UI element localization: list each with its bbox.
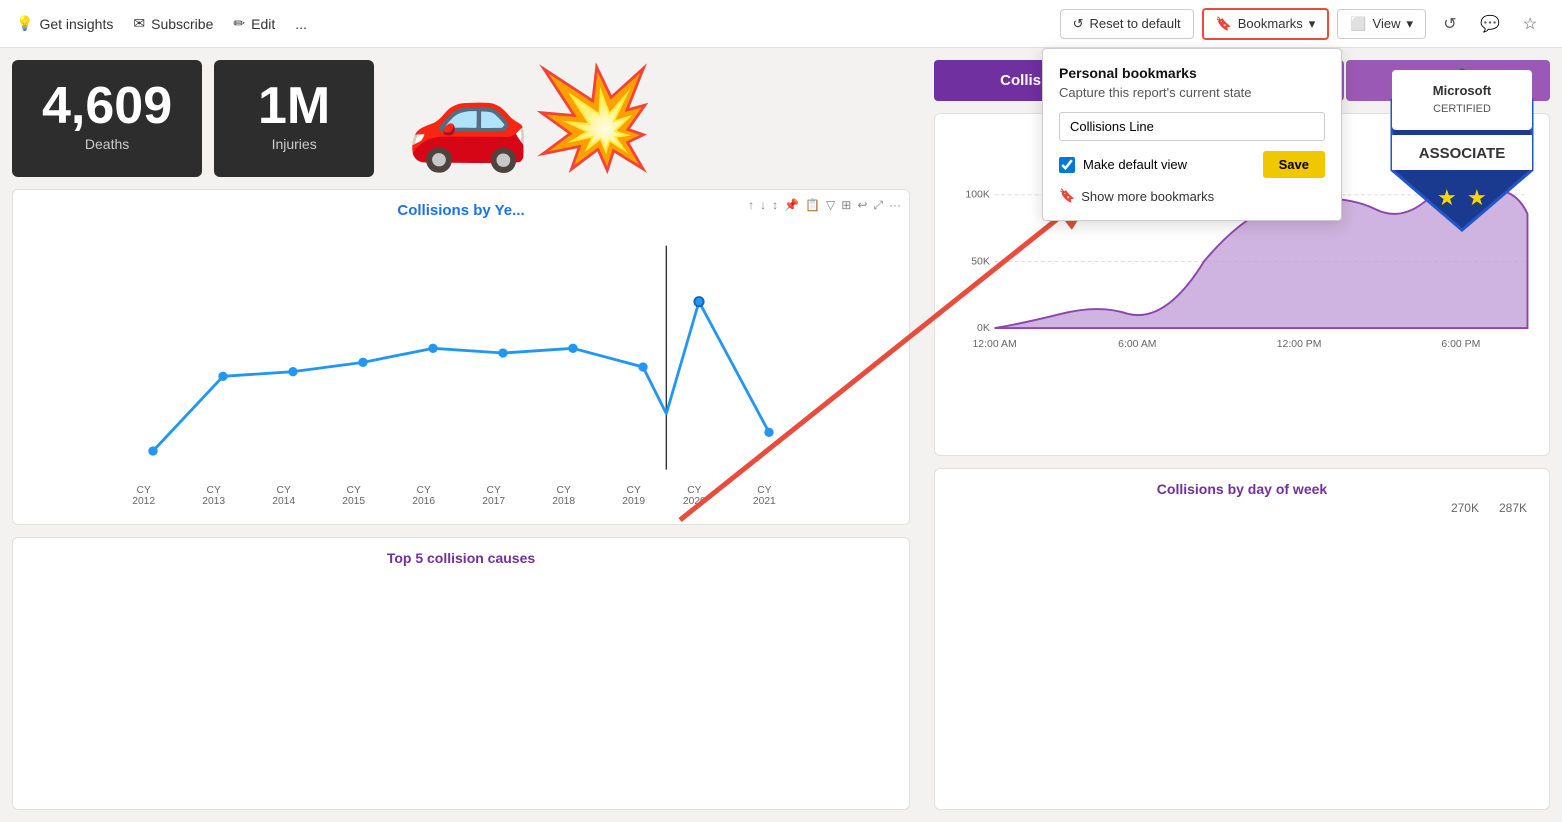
stats-row: 4,609 Deaths 1M Injuries 🚗💥: [12, 60, 910, 177]
svg-text:2015: 2015: [342, 496, 365, 507]
chevron-down-icon-view: ▾: [1406, 16, 1413, 32]
view-icon: ⬜: [1350, 16, 1366, 32]
copy-icon[interactable]: 📋: [805, 198, 820, 213]
svg-text:CY: CY: [417, 485, 431, 496]
svg-text:0K: 0K: [977, 323, 990, 334]
view-button[interactable]: ⬜ View ▾: [1337, 9, 1426, 39]
make-default-label: Make default view: [1083, 157, 1187, 172]
svg-text:2020: 2020: [683, 496, 706, 507]
toolbar: 💡 Get insights ✉ Subscribe ✏ Edit ... ↺ …: [0, 0, 1562, 48]
bookmark-icon: 🔖: [1216, 16, 1232, 32]
star-button[interactable]: ☆: [1514, 8, 1546, 40]
svg-text:2016: 2016: [412, 496, 435, 507]
svg-text:2012: 2012: [132, 496, 155, 507]
svg-text:2014: 2014: [272, 496, 295, 507]
bookmark-name-input[interactable]: [1059, 112, 1325, 141]
sort-desc-icon[interactable]: ↓: [760, 198, 766, 213]
badge-svg: Microsoft CERTIFIED ASSOCIATE ★ ★: [1382, 60, 1542, 240]
bookmarks-button[interactable]: 🔖 Bookmarks ▾: [1202, 8, 1330, 40]
svg-text:Microsoft: Microsoft: [1433, 83, 1492, 98]
deaths-label: Deaths: [85, 136, 129, 152]
day-of-week-panel: Collisions by day of week 270K 287K: [934, 468, 1550, 811]
left-panel: 4,609 Deaths 1M Injuries 🚗💥 Collisions b…: [0, 48, 922, 822]
injuries-stat-card: 1M Injuries: [214, 60, 374, 177]
expand-icon[interactable]: ⤢: [873, 198, 883, 213]
svg-text:★: ★: [1437, 185, 1457, 210]
svg-text:CY: CY: [207, 485, 221, 496]
car-collision-icon: 🚗💥: [386, 60, 675, 177]
collisions-by-year-panel: Collisions by Ye... ↑ ↓ ↕ 📌 📋 ▽ ⊞ ↩ ⤢ ··…: [12, 189, 910, 525]
svg-text:ASSOCIATE: ASSOCIATE: [1419, 145, 1505, 162]
comment-button[interactable]: 💬: [1474, 8, 1506, 40]
svg-text:CY: CY: [137, 485, 151, 496]
bookmark-save-button[interactable]: Save: [1263, 151, 1325, 178]
svg-text:6:00 PM: 6:00 PM: [1441, 339, 1480, 350]
svg-text:CY: CY: [347, 485, 361, 496]
day-of-week-title: Collisions by day of week: [947, 481, 1537, 497]
svg-text:2017: 2017: [482, 496, 505, 507]
svg-text:CY: CY: [627, 485, 641, 496]
svg-text:2018: 2018: [552, 496, 575, 507]
bookmark-section-desc: Capture this report's current state: [1059, 85, 1325, 100]
reset-to-default-button[interactable]: ↺ Reset to default: [1060, 9, 1194, 39]
svg-text:100K: 100K: [965, 190, 989, 201]
svg-text:CY: CY: [557, 485, 571, 496]
day-of-week-value-2: 287K: [1499, 501, 1527, 515]
svg-text:6:00 AM: 6:00 AM: [1118, 339, 1156, 350]
line-chart-svg: CY 2012 CY 2013 CY 2014 CY 2015 CY 2016 …: [25, 227, 897, 507]
svg-text:2021: 2021: [753, 496, 776, 507]
toolbar-left: 💡 Get insights ✉ Subscribe ✏ Edit ...: [16, 15, 1060, 32]
data-icon[interactable]: ⊞: [841, 198, 851, 213]
day-of-week-value-1: 270K: [1451, 501, 1479, 515]
bookmark-section-title: Personal bookmarks: [1059, 65, 1325, 81]
toolbar-right: ↺ Reset to default 🔖 Bookmarks ▾ ⬜ View …: [1060, 8, 1546, 40]
get-insights-button[interactable]: 💡 Get insights: [16, 15, 113, 32]
edit-button[interactable]: ✏ Edit: [233, 15, 275, 32]
make-default-checkbox[interactable]: [1059, 157, 1075, 173]
bookmark-list-icon: 🔖: [1059, 188, 1075, 204]
undo-icon[interactable]: ↩: [857, 198, 867, 213]
svg-text:★: ★: [1467, 185, 1487, 210]
chart-toolbar: ↑ ↓ ↕ 📌 📋 ▽ ⊞ ↩ ⤢ ···: [748, 198, 901, 213]
top-collision-causes-panel: Top 5 collision causes: [12, 537, 910, 810]
svg-text:2019: 2019: [622, 496, 645, 507]
ms-certified-badge: Microsoft CERTIFIED ASSOCIATE ★ ★: [1382, 60, 1542, 245]
svg-text:2013: 2013: [202, 496, 225, 507]
deaths-value: 4,609: [42, 80, 172, 132]
chevron-down-icon: ▾: [1309, 16, 1316, 32]
svg-text:CERTIFIED: CERTIFIED: [1433, 103, 1491, 115]
show-more-bookmarks-button[interactable]: 🔖 Show more bookmarks: [1059, 188, 1325, 204]
subscribe-button[interactable]: ✉ Subscribe: [133, 15, 213, 32]
svg-text:12:00 AM: 12:00 AM: [972, 339, 1016, 350]
reset-icon: ↺: [1073, 16, 1084, 32]
lightbulb-icon: 💡: [16, 15, 33, 32]
pencil-icon: ✏: [233, 15, 245, 32]
svg-text:CY: CY: [687, 485, 701, 496]
svg-text:12:00 PM: 12:00 PM: [1277, 339, 1322, 350]
sort-icon[interactable]: ↕: [772, 198, 778, 213]
bookmark-default-row: Make default view Save: [1059, 151, 1325, 178]
svg-text:50K: 50K: [971, 256, 990, 267]
more-button[interactable]: ...: [295, 16, 307, 32]
pin-icon[interactable]: 📌: [784, 198, 799, 213]
svg-text:CY: CY: [277, 485, 291, 496]
mail-icon: ✉: [133, 15, 145, 32]
injuries-value: 1M: [258, 80, 330, 132]
svg-text:CY: CY: [757, 485, 771, 496]
sort-asc-icon[interactable]: ↑: [748, 198, 754, 213]
top-causes-title: Top 5 collision causes: [25, 550, 897, 566]
ellipsis-icon[interactable]: ···: [889, 198, 901, 213]
injuries-label: Injuries: [272, 136, 317, 152]
bookmark-popup: Personal bookmarks Capture this report's…: [1042, 48, 1342, 221]
deaths-stat-card: 4,609 Deaths: [12, 60, 202, 177]
svg-text:CY: CY: [487, 485, 501, 496]
filter-icon[interactable]: ▽: [826, 198, 835, 213]
refresh-button[interactable]: ↺: [1434, 8, 1466, 40]
